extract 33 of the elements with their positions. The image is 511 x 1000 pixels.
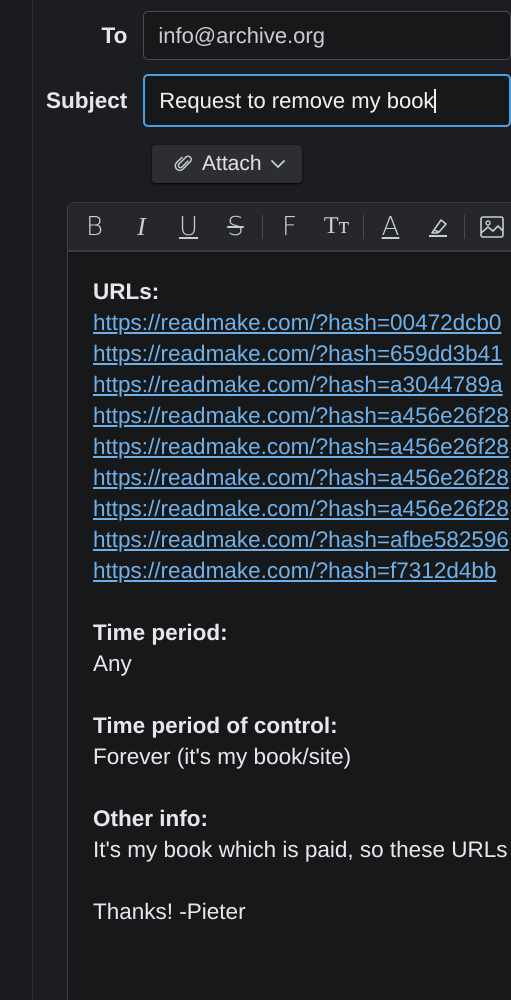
url-link[interactable]: https://readmake.com/?hash=a3044789a	[93, 372, 503, 397]
url-link[interactable]: https://readmake.com/?hash=afbe582596	[93, 527, 509, 552]
format-button[interactable]: I	[121, 212, 162, 242]
format-button[interactable]: Tт	[316, 213, 357, 240]
attach-button[interactable]: Attach	[152, 145, 302, 183]
body-text: It's my book which is paid, so these URLs	[93, 836, 508, 864]
input-field[interactable]: info@archive.org	[143, 11, 511, 60]
message-editor[interactable]	[67, 202, 511, 1000]
url-link[interactable]: https://readmake.com/?hash=a456e26f28	[93, 496, 509, 521]
url-link[interactable]: https://readmake.com/?hash=f7312d4bb	[93, 558, 496, 583]
paperclip-icon	[174, 154, 194, 174]
image-icon	[478, 214, 504, 238]
format-button[interactable]: S	[215, 212, 256, 242]
url-link[interactable]: https://readmake.com/?hash=00472dcb0	[93, 310, 502, 335]
url-link[interactable]: https://readmake.com/?hash=a456e26f28	[93, 465, 509, 490]
input-field[interactable]: Request to remove my book	[143, 74, 511, 127]
section-heading: Time period:	[93, 619, 228, 647]
url-link[interactable]: https://readmake.com/?hash=a456e26f28	[93, 403, 509, 428]
field-label: To	[100, 22, 128, 48]
section-heading: URLs:	[93, 278, 160, 306]
format-button[interactable]: B	[74, 212, 115, 242]
format-button[interactable]: F	[269, 212, 310, 242]
section-heading: Other info:	[93, 805, 208, 833]
format-button[interactable]: A	[370, 212, 411, 242]
body-text: Any	[93, 650, 133, 678]
field-label: Subject	[45, 88, 128, 114]
body-text: Forever (it's my book/site)	[93, 743, 352, 771]
body-text: Thanks! -Pieter	[93, 898, 247, 926]
section-heading: Time period of control:	[93, 712, 338, 740]
url-link[interactable]: https://readmake.com/?hash=659dd3b41	[93, 341, 503, 366]
url-link[interactable]: https://readmake.com/?hash=a456e26f28	[93, 434, 509, 459]
chevron-down-icon	[270, 159, 286, 169]
format-button[interactable]: U	[168, 212, 209, 242]
